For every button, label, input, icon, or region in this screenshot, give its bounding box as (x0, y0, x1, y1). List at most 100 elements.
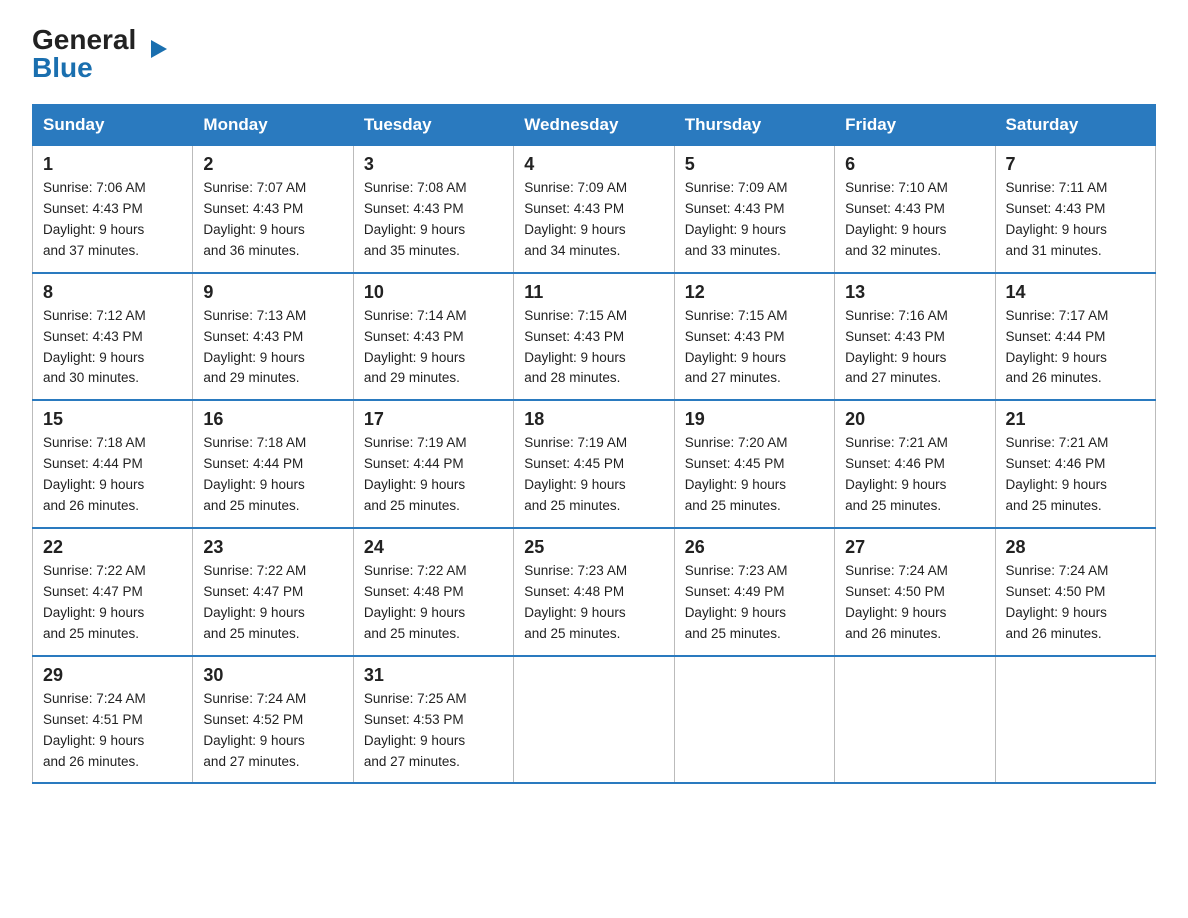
calendar-cell: 16 Sunrise: 7:18 AMSunset: 4:44 PMDayligh… (193, 400, 353, 528)
calendar-cell: 21 Sunrise: 7:21 AMSunset: 4:46 PMDayligh… (995, 400, 1155, 528)
day-number: 12 (685, 282, 824, 303)
calendar-cell: 19 Sunrise: 7:20 AMSunset: 4:45 PMDayligh… (674, 400, 834, 528)
day-info: Sunrise: 7:18 AMSunset: 4:44 PMDaylight:… (203, 435, 306, 513)
day-number: 24 (364, 537, 503, 558)
logo-arrow-icon (151, 40, 167, 58)
day-info: Sunrise: 7:24 AMSunset: 4:52 PMDaylight:… (203, 691, 306, 769)
day-info: Sunrise: 7:07 AMSunset: 4:43 PMDaylight:… (203, 180, 306, 258)
calendar-cell: 7 Sunrise: 7:11 AMSunset: 4:43 PMDaylight… (995, 146, 1155, 273)
day-header-sunday: Sunday (33, 105, 193, 146)
calendar-cell: 17 Sunrise: 7:19 AMSunset: 4:44 PMDayligh… (353, 400, 513, 528)
calendar-cell: 14 Sunrise: 7:17 AMSunset: 4:44 PMDayligh… (995, 273, 1155, 401)
calendar-cell (835, 656, 995, 784)
day-number: 2 (203, 154, 342, 175)
calendar-cell: 8 Sunrise: 7:12 AMSunset: 4:43 PMDaylight… (33, 273, 193, 401)
calendar-cell: 30 Sunrise: 7:24 AMSunset: 4:52 PMDayligh… (193, 656, 353, 784)
day-number: 3 (364, 154, 503, 175)
day-number: 28 (1006, 537, 1145, 558)
calendar-cell: 25 Sunrise: 7:23 AMSunset: 4:48 PMDayligh… (514, 528, 674, 656)
day-header-thursday: Thursday (674, 105, 834, 146)
calendar-cell: 27 Sunrise: 7:24 AMSunset: 4:50 PMDayligh… (835, 528, 995, 656)
calendar-cell: 15 Sunrise: 7:18 AMSunset: 4:44 PMDayligh… (33, 400, 193, 528)
calendar-cell: 11 Sunrise: 7:15 AMSunset: 4:43 PMDayligh… (514, 273, 674, 401)
calendar-header-row: SundayMondayTuesdayWednesdayThursdayFrid… (33, 105, 1156, 146)
day-number: 5 (685, 154, 824, 175)
day-info: Sunrise: 7:08 AMSunset: 4:43 PMDaylight:… (364, 180, 467, 258)
day-header-tuesday: Tuesday (353, 105, 513, 146)
calendar-cell (995, 656, 1155, 784)
day-info: Sunrise: 7:19 AMSunset: 4:45 PMDaylight:… (524, 435, 627, 513)
calendar-cell: 20 Sunrise: 7:21 AMSunset: 4:46 PMDayligh… (835, 400, 995, 528)
day-number: 17 (364, 409, 503, 430)
day-number: 26 (685, 537, 824, 558)
day-number: 8 (43, 282, 182, 303)
calendar-cell: 1Sunrise: 7:06 AMSunset: 4:43 PMDaylight… (33, 146, 193, 273)
calendar-cell (514, 656, 674, 784)
day-info: Sunrise: 7:10 AMSunset: 4:43 PMDaylight:… (845, 180, 948, 258)
day-number: 21 (1006, 409, 1145, 430)
day-number: 13 (845, 282, 984, 303)
day-info: Sunrise: 7:09 AMSunset: 4:43 PMDaylight:… (524, 180, 627, 258)
day-info: Sunrise: 7:19 AMSunset: 4:44 PMDaylight:… (364, 435, 467, 513)
week-row-5: 29Sunrise: 7:24 AMSunset: 4:51 PMDayligh… (33, 656, 1156, 784)
day-number: 16 (203, 409, 342, 430)
day-info: Sunrise: 7:11 AMSunset: 4:43 PMDaylight:… (1006, 180, 1108, 258)
day-header-monday: Monday (193, 105, 353, 146)
calendar-cell: 5Sunrise: 7:09 AMSunset: 4:43 PMDaylight… (674, 146, 834, 273)
week-row-4: 22Sunrise: 7:22 AMSunset: 4:47 PMDayligh… (33, 528, 1156, 656)
calendar-cell: 13 Sunrise: 7:16 AMSunset: 4:43 PMDayligh… (835, 273, 995, 401)
day-info: Sunrise: 7:15 AMSunset: 4:43 PMDaylight:… (685, 308, 788, 386)
day-info: Sunrise: 7:23 AMSunset: 4:49 PMDaylight:… (685, 563, 788, 641)
day-info: Sunrise: 7:21 AMSunset: 4:46 PMDaylight:… (845, 435, 948, 513)
calendar-cell: 22Sunrise: 7:22 AMSunset: 4:47 PMDayligh… (33, 528, 193, 656)
day-info: Sunrise: 7:06 AMSunset: 4:43 PMDaylight:… (43, 180, 146, 258)
calendar-cell (674, 656, 834, 784)
day-info: Sunrise: 7:20 AMSunset: 4:45 PMDaylight:… (685, 435, 788, 513)
day-number: 10 (364, 282, 503, 303)
day-number: 7 (1006, 154, 1145, 175)
day-info: Sunrise: 7:14 AMSunset: 4:43 PMDaylight:… (364, 308, 467, 386)
logo: General Blue (32, 24, 151, 84)
calendar-cell: 29Sunrise: 7:24 AMSunset: 4:51 PMDayligh… (33, 656, 193, 784)
calendar-cell: 10 Sunrise: 7:14 AMSunset: 4:43 PMDayligh… (353, 273, 513, 401)
calendar-cell: 18 Sunrise: 7:19 AMSunset: 4:45 PMDayligh… (514, 400, 674, 528)
day-number: 9 (203, 282, 342, 303)
week-row-2: 8 Sunrise: 7:12 AMSunset: 4:43 PMDaylight… (33, 273, 1156, 401)
day-number: 15 (43, 409, 182, 430)
day-info: Sunrise: 7:18 AMSunset: 4:44 PMDaylight:… (43, 435, 146, 513)
day-info: Sunrise: 7:24 AMSunset: 4:50 PMDaylight:… (845, 563, 948, 641)
day-number: 11 (524, 282, 663, 303)
day-info: Sunrise: 7:15 AMSunset: 4:43 PMDaylight:… (524, 308, 627, 386)
week-row-3: 15 Sunrise: 7:18 AMSunset: 4:44 PMDayligh… (33, 400, 1156, 528)
day-number: 18 (524, 409, 663, 430)
day-header-wednesday: Wednesday (514, 105, 674, 146)
day-info: Sunrise: 7:22 AMSunset: 4:48 PMDaylight:… (364, 563, 467, 641)
day-info: Sunrise: 7:12 AMSunset: 4:43 PMDaylight:… (43, 308, 146, 386)
day-header-friday: Friday (835, 105, 995, 146)
day-number: 27 (845, 537, 984, 558)
calendar-table: SundayMondayTuesdayWednesdayThursdayFrid… (32, 104, 1156, 784)
calendar-cell: 23 Sunrise: 7:22 AMSunset: 4:47 PMDayligh… (193, 528, 353, 656)
day-number: 30 (203, 665, 342, 686)
day-number: 20 (845, 409, 984, 430)
day-info: Sunrise: 7:13 AMSunset: 4:43 PMDaylight:… (203, 308, 306, 386)
calendar-cell: 6Sunrise: 7:10 AMSunset: 4:43 PMDaylight… (835, 146, 995, 273)
day-number: 31 (364, 665, 503, 686)
week-row-1: 1Sunrise: 7:06 AMSunset: 4:43 PMDaylight… (33, 146, 1156, 273)
day-header-saturday: Saturday (995, 105, 1155, 146)
day-info: Sunrise: 7:22 AMSunset: 4:47 PMDaylight:… (203, 563, 306, 641)
day-info: Sunrise: 7:22 AMSunset: 4:47 PMDaylight:… (43, 563, 146, 641)
day-number: 14 (1006, 282, 1145, 303)
day-info: Sunrise: 7:21 AMSunset: 4:46 PMDaylight:… (1006, 435, 1109, 513)
day-number: 23 (203, 537, 342, 558)
calendar-cell: 12 Sunrise: 7:15 AMSunset: 4:43 PMDayligh… (674, 273, 834, 401)
day-number: 25 (524, 537, 663, 558)
day-number: 19 (685, 409, 824, 430)
calendar-cell: 4Sunrise: 7:09 AMSunset: 4:43 PMDaylight… (514, 146, 674, 273)
calendar-cell: 3 Sunrise: 7:08 AMSunset: 4:43 PMDaylight… (353, 146, 513, 273)
calendar-cell: 31Sunrise: 7:25 AMSunset: 4:53 PMDayligh… (353, 656, 513, 784)
calendar-cell: 28Sunrise: 7:24 AMSunset: 4:50 PMDayligh… (995, 528, 1155, 656)
day-info: Sunrise: 7:17 AMSunset: 4:44 PMDaylight:… (1006, 308, 1109, 386)
day-info: Sunrise: 7:16 AMSunset: 4:43 PMDaylight:… (845, 308, 948, 386)
day-info: Sunrise: 7:23 AMSunset: 4:48 PMDaylight:… (524, 563, 627, 641)
